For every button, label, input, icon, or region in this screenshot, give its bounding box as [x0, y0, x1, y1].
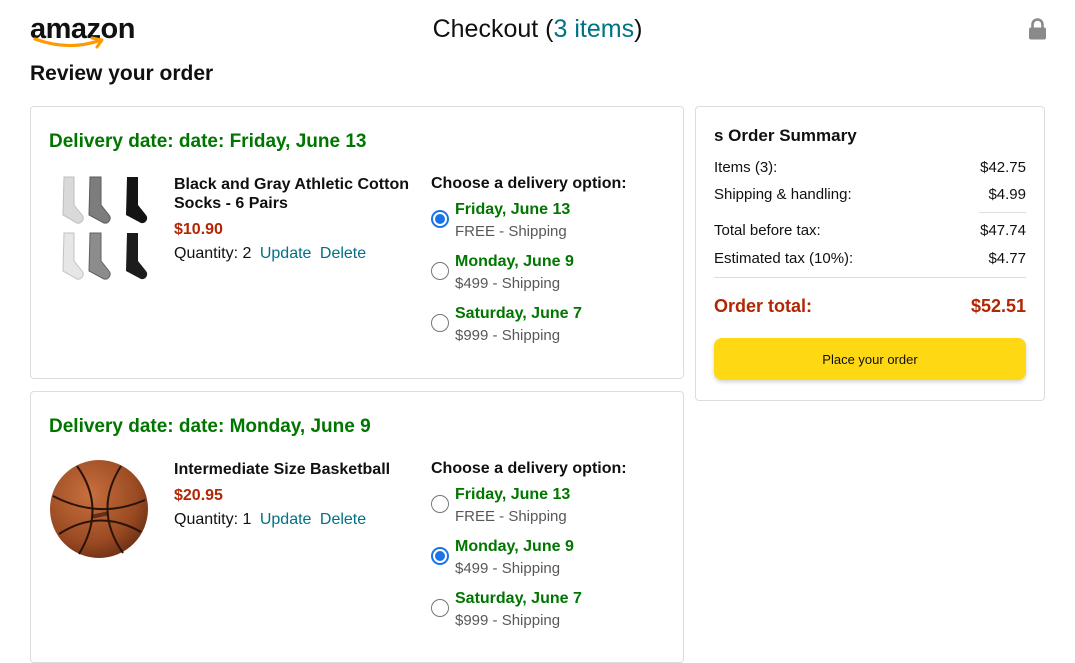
delivery-option-shipping: FREE - Shipping	[455, 508, 567, 525]
checkout-close-paren: )	[634, 15, 643, 43]
summary-shipping-label: Shipping & handling:	[714, 186, 852, 203]
delivery-option[interactable]: Saturday, June 7 $999 - Shipping	[431, 590, 671, 642]
delivery-options-title: Choose a delivery option:	[431, 175, 627, 192]
update-link[interactable]: Update	[260, 511, 312, 528]
radio-icon[interactable]	[431, 262, 449, 280]
summary-items-label: Items (3):	[714, 159, 778, 176]
delivery-option[interactable]: Monday, June 9 $499 - Shipping	[431, 253, 671, 305]
delivery-option-shipping: $499 - Shipping	[455, 275, 561, 292]
delivery-option-shipping: $499 - Shipping	[455, 560, 561, 577]
radio-icon[interactable]	[431, 210, 449, 228]
order-summary-panel: s Order Summary Items (3): $42.75 Shippi…	[695, 106, 1045, 401]
radio-icon[interactable]	[431, 599, 449, 617]
total-divider	[714, 277, 1026, 278]
update-link[interactable]: Update	[260, 245, 312, 262]
place-order-button[interactable]: Place your order	[714, 338, 1026, 380]
order-summary-title: s Order Summary	[714, 126, 857, 145]
page-title: Review your order	[30, 62, 214, 85]
delivery-option-date: Saturday, June 7	[455, 590, 582, 607]
checkout-title: Checkout (3 items)	[0, 15, 1075, 44]
header: amazon Checkout (3 items)	[0, 0, 1075, 60]
product-name: Intermediate Size Basketball	[174, 461, 391, 478]
quantity-label: Quantity:	[174, 245, 239, 262]
lock-icon	[1029, 18, 1046, 40]
delete-link[interactable]: Delete	[320, 511, 366, 528]
order-total-label: Order total:	[714, 296, 813, 316]
delete-link[interactable]: Delete	[320, 245, 366, 262]
order-item-card: Delivery date: date: Friday, June 13 Bla…	[30, 106, 684, 379]
quantity-value: 1	[242, 511, 252, 528]
subtotal-divider	[979, 212, 1026, 213]
radio-icon[interactable]	[431, 495, 449, 513]
summary-shipping-value: $4.99	[988, 186, 1026, 203]
delivery-date-heading: Delivery date: date: Monday, June 9	[49, 416, 371, 437]
checkout-item-count-link[interactable]: 3 items	[553, 15, 634, 43]
summary-before-tax-value: $47.74	[980, 222, 1026, 239]
quantity-row: Quantity: 2 Update Delete	[174, 245, 409, 263]
delivery-options-title: Choose a delivery option:	[431, 460, 627, 477]
socks-product-image	[62, 176, 148, 280]
delivery-options: Choose a delivery option: Friday, June 1…	[431, 175, 671, 357]
delivery-option-date: Saturday, June 7	[455, 305, 582, 322]
delivery-option-date: Friday, June 13	[455, 486, 571, 503]
delivery-option-date: Monday, June 9	[455, 253, 574, 270]
delivery-option-date: Monday, June 9	[455, 538, 574, 555]
product-price: $20.95	[174, 487, 223, 504]
delivery-option-shipping: $999 - Shipping	[455, 612, 561, 629]
radio-icon[interactable]	[431, 547, 449, 565]
summary-tax-label: Estimated tax (10%):	[714, 250, 854, 267]
checkout-label: Checkout (	[432, 15, 554, 43]
delivery-option[interactable]: Friday, June 13 FREE - Shipping	[431, 201, 671, 253]
quantity-value: 2	[242, 245, 252, 262]
delivery-option-shipping: $999 - Shipping	[455, 327, 561, 344]
summary-items-value: $42.75	[980, 159, 1026, 176]
basketball-product-image	[50, 460, 148, 558]
delivery-option[interactable]: Friday, June 13 FREE - Shipping	[431, 486, 671, 538]
quantity-row: Quantity: 1 Update Delete	[174, 511, 409, 529]
delivery-option[interactable]: Saturday, June 7 $999 - Shipping	[431, 305, 671, 357]
quantity-label: Quantity:	[174, 511, 239, 528]
product-name: Black and Gray Athletic Cotton Socks - 6…	[174, 176, 409, 212]
product-info: Black and Gray Athletic Cotton Socks - 6…	[174, 175, 409, 263]
delivery-options: Choose a delivery option: Friday, June 1…	[431, 460, 671, 642]
delivery-option[interactable]: Monday, June 9 $499 - Shipping	[431, 538, 671, 590]
order-item-card: Delivery date: date: Monday, June 9 Inte…	[30, 391, 684, 663]
delivery-option-date: Friday, June 13	[455, 201, 571, 218]
order-total-value: $52.51	[970, 296, 1026, 316]
radio-icon[interactable]	[431, 314, 449, 332]
summary-tax-value: $4.77	[988, 250, 1026, 267]
product-price: $10.90	[174, 221, 223, 238]
delivery-option-shipping: FREE - Shipping	[455, 223, 567, 240]
summary-before-tax-label: Total before tax:	[714, 222, 821, 239]
delivery-date-heading: Delivery date: date: Friday, June 13	[49, 131, 367, 152]
product-info: Intermediate Size Basketball $20.95 Quan…	[174, 460, 409, 529]
